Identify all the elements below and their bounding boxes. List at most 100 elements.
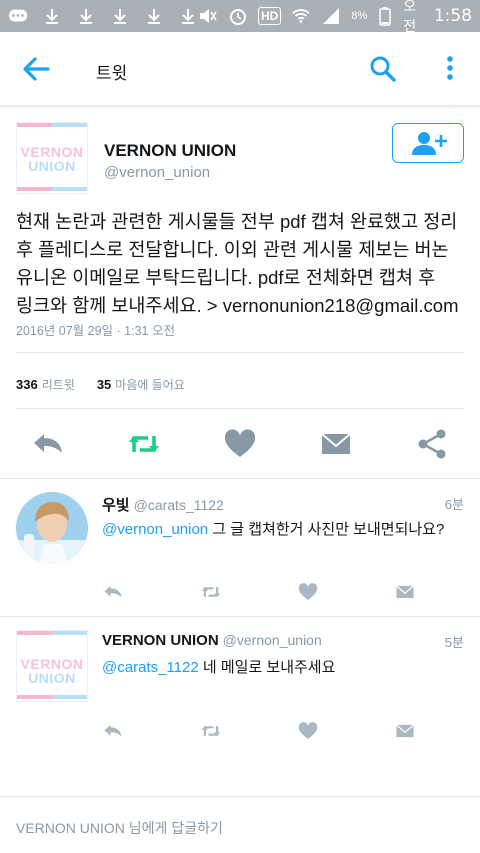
avatar-logo-line-2: UNION (28, 670, 76, 686)
divider (16, 352, 464, 353)
avatar-logo-line-1: VERNON (20, 144, 84, 160)
envelope-icon (396, 724, 414, 738)
retweet-button[interactable] (200, 581, 222, 603)
heart-icon (298, 722, 318, 739)
tweet-text-line: 현재 논란과 관련한 게시물들 전부 pdf 캡쳐 완료했고 정리 (16, 211, 458, 232)
search-icon (370, 56, 396, 82)
reply-icon (104, 724, 122, 737)
share-icon (418, 429, 446, 459)
avatar[interactable]: VERNON UNION (16, 122, 88, 194)
back-arrow-icon (23, 57, 50, 81)
download-icon (42, 6, 62, 26)
heart-icon (298, 583, 318, 600)
battery-percent: 8% (351, 10, 368, 22)
logo-stripe (17, 123, 87, 127)
tweet-text-line: 링크와 함께 보내주세요. > vernonunion218@gmail.com (16, 295, 459, 316)
heart-icon (224, 429, 256, 457)
avatar-photo (16, 492, 88, 564)
reply-button[interactable] (102, 581, 124, 603)
like-count[interactable]: 35 (97, 377, 111, 392)
reply-body: 네 메일로 보내주세요 (198, 659, 336, 676)
direct-message-button[interactable] (394, 720, 416, 742)
compose-target: VERNON UNION (16, 820, 125, 836)
avatar[interactable] (16, 492, 88, 564)
reply-author[interactable]: VERNON UNION @vernon_union (102, 632, 322, 649)
download-icon (76, 6, 96, 26)
direct-message-button[interactable] (318, 426, 354, 462)
reply-author-name: 우빛 (102, 497, 130, 514)
tweet-stats: 336 리트윗 35 마음에 들어요 (16, 376, 185, 393)
reply-icon (34, 434, 62, 453)
download-icon (178, 6, 198, 26)
retweet-icon (201, 726, 221, 736)
status-bar: HD 8% 오전 1:58 (0, 0, 480, 34)
reply-timestamp: 6분 (444, 497, 464, 512)
download-icon (110, 6, 130, 26)
retweet-icon (129, 436, 159, 452)
envelope-icon (321, 433, 351, 454)
logo-stripe (17, 631, 87, 635)
tweet-timestamp: 2016년 07월 29일 · 1:31 오전 (16, 324, 175, 338)
reply-body: 그 글 캡쳐한거 사진만 보내면되나요? (208, 521, 445, 538)
retweet-label[interactable]: 리트윗 (42, 376, 75, 393)
compose-placeholder: 님에게 답글하기 (124, 820, 223, 836)
search-button[interactable] (368, 54, 398, 84)
reply-actions (0, 720, 480, 744)
reply-text: @carats_1122 네 메일로 보내주세요 (102, 656, 335, 677)
direct-message-button[interactable] (394, 581, 416, 603)
like-button[interactable] (222, 426, 258, 462)
chat-notification-icon (8, 6, 28, 26)
signal-icon (321, 6, 341, 26)
reply-button[interactable] (102, 720, 124, 742)
clock-time: 1:58 (433, 6, 472, 26)
logo-stripe (17, 187, 87, 191)
back-button[interactable] (20, 54, 52, 84)
page-title: 트윗 (96, 64, 128, 83)
app-bar: 트윗 (0, 32, 480, 106)
logo-stripe (17, 695, 87, 699)
download-icon (144, 6, 164, 26)
retweet-count[interactable]: 336 (16, 377, 38, 392)
divider (0, 478, 480, 479)
mute-icon (198, 6, 218, 26)
alarm-icon (228, 6, 248, 26)
clock-ampm: 오전 (403, 0, 417, 34)
more-options-button[interactable] (440, 54, 460, 84)
wifi-icon (291, 6, 311, 26)
avatar-logo-line-2: UNION (28, 158, 76, 174)
like-button[interactable] (297, 581, 319, 603)
reply-button[interactable] (30, 426, 66, 462)
share-button[interactable] (414, 426, 450, 462)
mention-link[interactable]: @vernon_union (102, 521, 208, 538)
reply-author-handle: @carats_1122 (133, 497, 224, 513)
reply-author-name: VERNON UNION (102, 632, 219, 649)
reply-icon (104, 585, 122, 598)
add-user-icon (412, 132, 447, 155)
avatar[interactable]: VERNON UNION (16, 630, 88, 702)
retweet-button[interactable] (200, 720, 222, 742)
tweet-text: 현재 논란과 관련한 게시물들 전부 pdf 캡쳐 완료했고 정리 후 플레디스… (16, 208, 466, 320)
tweet-text-line: 유니온 이메일로 부탁드립니다. pdf로 전체화면 캡쳐 후 (16, 267, 436, 288)
reply-timestamp: 5분 (444, 635, 464, 650)
like-button[interactable] (297, 720, 319, 742)
reply-actions (0, 581, 480, 605)
reply-author-handle: @vernon_union (222, 632, 322, 648)
author-handle[interactable]: @vernon_union (104, 164, 210, 181)
avatar-logo-line-1: VERNON (20, 656, 84, 672)
follow-button[interactable] (392, 123, 464, 163)
battery-icon (377, 6, 393, 26)
mention-link[interactable]: @carats_1122 (102, 659, 199, 676)
hd-voice-icon: HD (258, 7, 282, 25)
retweet-icon (201, 587, 221, 597)
like-label[interactable]: 마음에 들어요 (115, 376, 185, 393)
more-vert-icon (447, 56, 453, 80)
reply-compose-input[interactable]: VERNON UNION 님에게 답글하기 (16, 818, 223, 838)
author-name[interactable]: VERNON UNION (104, 141, 236, 161)
divider (0, 616, 480, 617)
retweet-button[interactable] (126, 426, 162, 462)
envelope-icon (396, 585, 414, 599)
tweet-actions (0, 426, 480, 464)
reply-text: @vernon_union 그 글 캡쳐한거 사진만 보내면되나요? (102, 518, 444, 539)
reply-author[interactable]: 우빛 @carats_1122 (102, 494, 224, 515)
tweet-text-line: 후 플레디스로 전달합니다. 이외 관련 게시물 제보는 버논 (16, 239, 449, 260)
